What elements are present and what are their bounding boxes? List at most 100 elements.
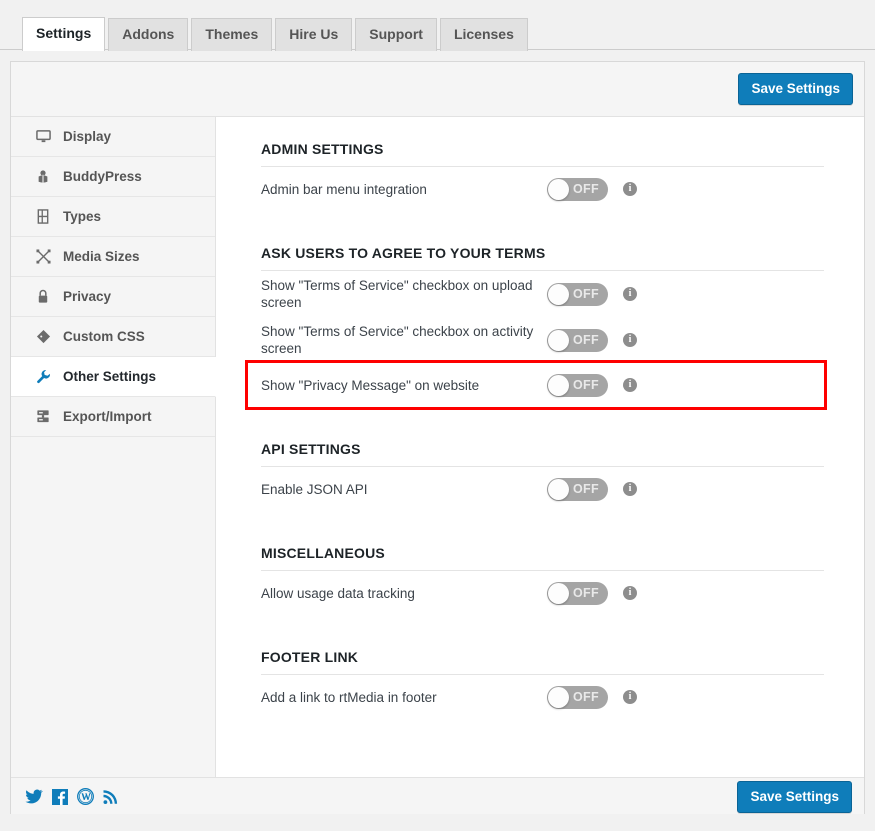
- sidebar-item-display[interactable]: Display: [11, 117, 215, 157]
- setting-label: Enable JSON API: [261, 481, 547, 498]
- save-settings-button-top[interactable]: Save Settings: [738, 73, 853, 105]
- lock-icon: [33, 289, 53, 304]
- toggle-allow-usage-data-tracking[interactable]: OFF: [547, 582, 608, 605]
- info-icon[interactable]: i: [623, 482, 637, 496]
- toggle-admin-bar-menu-integration[interactable]: OFF: [547, 178, 608, 201]
- section-heading: API SETTINGS: [261, 441, 824, 457]
- tab-themes[interactable]: Themes: [191, 18, 272, 51]
- info-icon[interactable]: i: [623, 586, 637, 600]
- setting-label: Show "Privacy Message" on website: [261, 377, 547, 394]
- tab-addons[interactable]: Addons: [108, 18, 188, 51]
- toggle-tos-upload-screen[interactable]: OFF: [547, 283, 608, 306]
- info-icon[interactable]: i: [623, 333, 637, 347]
- tab-label: Licenses: [454, 26, 514, 42]
- tab-label: Settings: [36, 25, 91, 41]
- sidebar-item-label: Other Settings: [63, 369, 156, 384]
- toggle-tos-activity-screen[interactable]: OFF: [547, 329, 608, 352]
- social-links: [25, 778, 118, 815]
- rss-icon[interactable]: [103, 789, 118, 805]
- wrench-icon: [33, 369, 53, 384]
- sidebar-item-label: Types: [63, 209, 101, 224]
- sidebar-item-types[interactable]: Types: [11, 197, 215, 237]
- resize-icon: [33, 249, 53, 264]
- info-icon[interactable]: i: [623, 182, 637, 196]
- setting-row-admin-bar-menu-integration: Admin bar menu integration OFF i: [248, 167, 824, 211]
- toggle-knob: [548, 179, 569, 200]
- info-icon[interactable]: i: [623, 287, 637, 301]
- toggle-knob: [548, 479, 569, 500]
- setting-row-allow-usage-data-tracking: Allow usage data tracking OFF i: [248, 571, 824, 615]
- toggle-privacy-message[interactable]: OFF: [547, 374, 608, 397]
- toggle-knob: [548, 284, 569, 305]
- toggle-knob: [548, 583, 569, 604]
- setting-label: Show "Terms of Service" checkbox on acti…: [261, 323, 547, 357]
- tab-label: Support: [369, 26, 423, 42]
- toggle-knob: [548, 687, 569, 708]
- sidebar-item-label: Privacy: [63, 289, 111, 304]
- tag-icon: [33, 329, 53, 344]
- section-heading: ASK USERS TO AGREE TO YOUR TERMS: [261, 245, 824, 261]
- facebook-icon[interactable]: [52, 789, 68, 805]
- toggle-state-label: OFF: [573, 329, 599, 352]
- setting-row-enable-json-api: Enable JSON API OFF i: [248, 467, 824, 511]
- wordpress-icon[interactable]: [77, 788, 94, 805]
- settings-panel: Save Settings Display BuddyPress: [10, 61, 865, 814]
- section-api-settings: API SETTINGS Enable JSON API OFF i: [248, 441, 824, 511]
- buddypress-icon: [33, 169, 53, 184]
- sidebar-item-label: Export/Import: [63, 409, 152, 424]
- panel-toolbar: Save Settings: [11, 62, 864, 117]
- panel-body: Display BuddyPress Types Media Sizes: [11, 117, 864, 777]
- toggle-state-label: OFF: [573, 178, 599, 201]
- toggle-knob: [548, 330, 569, 351]
- sidebar-item-media-sizes[interactable]: Media Sizes: [11, 237, 215, 277]
- sidebar-item-privacy[interactable]: Privacy: [11, 277, 215, 317]
- tab-settings[interactable]: Settings: [22, 17, 105, 51]
- twitter-icon[interactable]: [25, 789, 43, 805]
- section-heading: FOOTER LINK: [261, 649, 824, 665]
- toggle-state-label: OFF: [573, 686, 599, 709]
- toggle-state-label: OFF: [573, 478, 599, 501]
- setting-label: Show "Terms of Service" checkbox on uplo…: [261, 277, 547, 311]
- settings-sidebar: Display BuddyPress Types Media Sizes: [11, 117, 216, 777]
- sidebar-item-label: Display: [63, 129, 111, 144]
- setting-label: Add a link to rtMedia in footer: [261, 689, 547, 706]
- section-admin-settings: ADMIN SETTINGS Admin bar menu integratio…: [248, 141, 824, 211]
- setting-row-tos-upload-screen: Show "Terms of Service" checkbox on uplo…: [248, 271, 824, 317]
- sidebar-item-label: Media Sizes: [63, 249, 140, 264]
- tab-label: Hire Us: [289, 26, 338, 42]
- setting-label: Admin bar menu integration: [261, 181, 547, 198]
- sidebar-item-label: BuddyPress: [63, 169, 142, 184]
- toggle-state-label: OFF: [573, 582, 599, 605]
- info-icon[interactable]: i: [623, 378, 637, 392]
- toggle-enable-json-api[interactable]: OFF: [547, 478, 608, 501]
- sidebar-item-other-settings[interactable]: Other Settings: [11, 357, 216, 397]
- panel-footer: Save Settings: [11, 777, 864, 814]
- sidebar-item-buddypress[interactable]: BuddyPress: [11, 157, 215, 197]
- tab-bar: Settings Addons Themes Hire Us Support Licens…: [0, 0, 875, 50]
- section-ask-users-to-agree-to-your-terms: ASK USERS TO AGREE TO YOUR TERMS Show "T…: [248, 245, 824, 407]
- sidebar-item-custom-css[interactable]: Custom CSS: [11, 317, 215, 357]
- monitor-icon: [33, 129, 53, 144]
- section-heading: ADMIN SETTINGS: [261, 141, 824, 157]
- sidebar-item-export-import[interactable]: Export/Import: [11, 397, 215, 437]
- tab-support[interactable]: Support: [355, 18, 437, 51]
- tab-licenses[interactable]: Licenses: [440, 18, 528, 51]
- toggle-knob: [548, 375, 569, 396]
- info-icon[interactable]: i: [623, 690, 637, 704]
- setting-label: Allow usage data tracking: [261, 585, 547, 602]
- settings-content: ADMIN SETTINGS Admin bar menu integratio…: [216, 117, 864, 777]
- section-heading: MISCELLANEOUS: [261, 545, 824, 561]
- setting-row-privacy-message: Show "Privacy Message" on website OFF i: [248, 363, 824, 407]
- tab-label: Themes: [205, 26, 258, 42]
- film-icon: [33, 209, 53, 224]
- tab-hire-us[interactable]: Hire Us: [275, 18, 352, 51]
- sidebar-item-label: Custom CSS: [63, 329, 145, 344]
- toggle-add-link-to-rtmedia-in-footer[interactable]: OFF: [547, 686, 608, 709]
- save-settings-button-bottom[interactable]: Save Settings: [737, 781, 852, 813]
- setting-row-add-link-to-rtmedia-in-footer: Add a link to rtMedia in footer OFF i: [248, 675, 824, 719]
- database-icon: [33, 409, 53, 424]
- tab-label: Addons: [122, 26, 174, 42]
- toggle-state-label: OFF: [573, 283, 599, 306]
- section-miscellaneous: MISCELLANEOUS Allow usage data tracking …: [248, 545, 824, 615]
- section-footer-link: FOOTER LINK Add a link to rtMedia in foo…: [248, 649, 824, 719]
